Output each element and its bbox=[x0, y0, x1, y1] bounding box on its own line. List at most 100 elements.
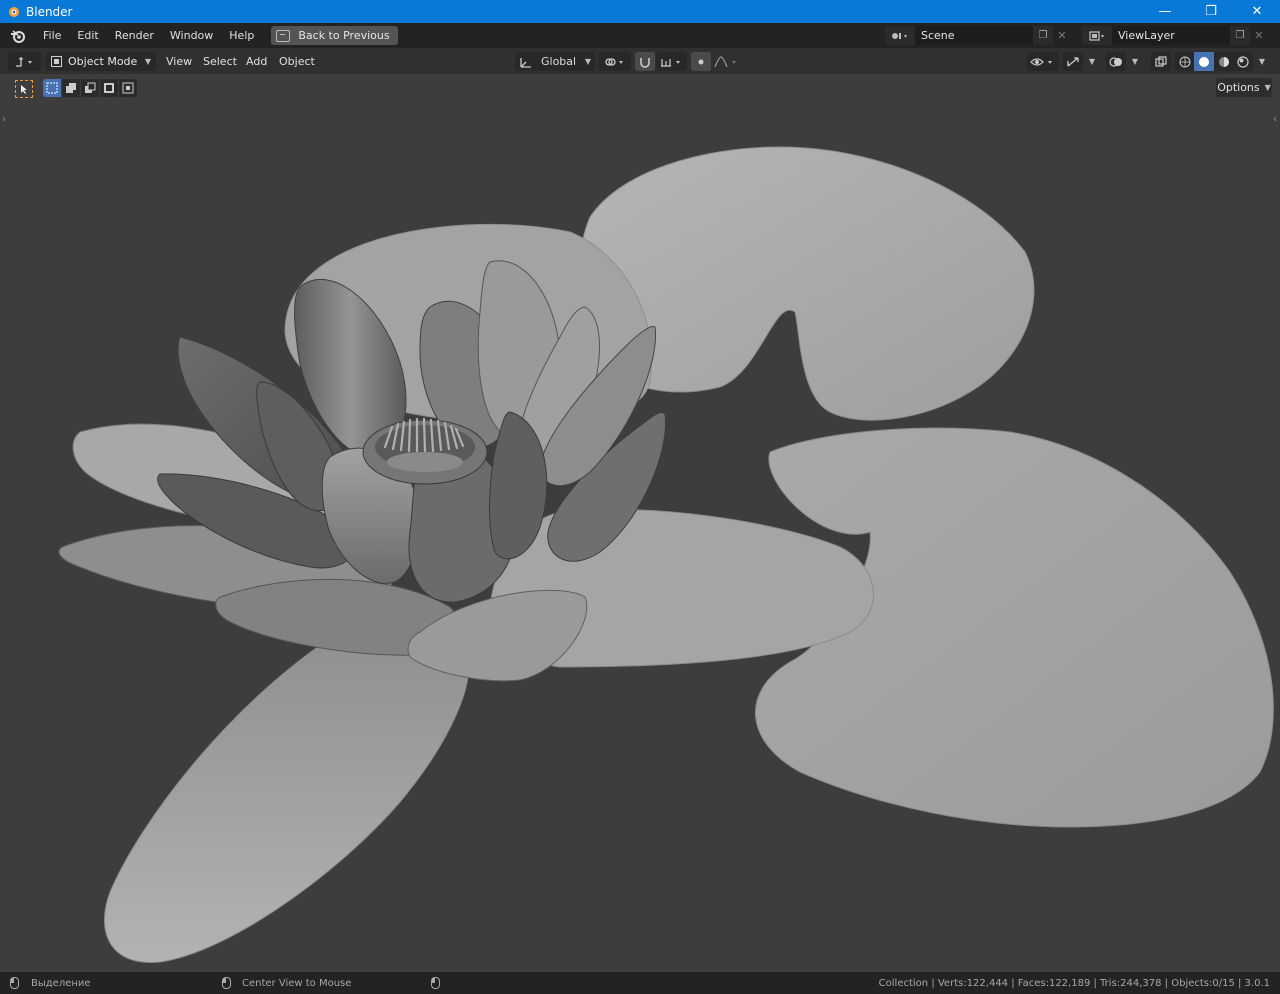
viewlayer-icon bbox=[1089, 30, 1104, 41]
chevron-down-icon: ▼ bbox=[1258, 57, 1266, 66]
xray-toggle[interactable] bbox=[1151, 52, 1171, 71]
stamen-base bbox=[387, 452, 463, 472]
wireframe-shading-button[interactable] bbox=[1175, 52, 1194, 71]
menu-edit[interactable]: Edit bbox=[69, 23, 106, 48]
falloff-dropdown[interactable] bbox=[712, 52, 742, 71]
select-intersect-mode-button[interactable] bbox=[119, 79, 137, 97]
pivot-icon bbox=[605, 57, 623, 66]
menu-render[interactable]: Render bbox=[107, 23, 162, 48]
menu-window[interactable]: Window bbox=[162, 23, 221, 48]
select-invert-icon bbox=[104, 83, 114, 93]
proportional-editing-toggle[interactable] bbox=[691, 52, 711, 71]
snap-increment-icon bbox=[660, 58, 680, 67]
status-middle-action: Center View to Mouse bbox=[242, 977, 352, 989]
magnet-icon bbox=[640, 57, 650, 68]
close-button[interactable]: ✕ bbox=[1234, 0, 1280, 23]
rendered-shading-button[interactable] bbox=[1233, 52, 1253, 71]
gizmo-icon bbox=[1067, 56, 1079, 67]
menu-view[interactable]: View bbox=[166, 52, 192, 71]
overlays-dropdown[interactable]: ▼ bbox=[1127, 52, 1143, 71]
menu-object[interactable]: Object bbox=[279, 52, 315, 71]
viewlayer-browse-button[interactable] bbox=[1082, 26, 1112, 45]
top-menubar: File Edit Render Window Help Back to Pre… bbox=[0, 23, 1280, 48]
menu-file[interactable]: File bbox=[35, 23, 69, 48]
back-to-previous-button[interactable]: Back to Previous bbox=[271, 26, 398, 45]
transform-orientation-dropdown[interactable]: Global ▼ bbox=[515, 52, 595, 71]
shading-dropdown[interactable]: ▼ bbox=[1254, 52, 1270, 71]
tool-settings-row: Options ▼ bbox=[0, 74, 1280, 102]
options-dropdown[interactable]: Options ▼ bbox=[1216, 78, 1272, 97]
right-sidebar-toggle-icon[interactable]: ‹ bbox=[1273, 114, 1277, 125]
overlays-icon bbox=[1109, 56, 1122, 67]
falloff-icon bbox=[714, 55, 736, 67]
material-icon bbox=[1218, 56, 1229, 67]
chevron-down-icon: ▼ bbox=[1264, 83, 1271, 92]
window-titlebar: Blender — ❐ ✕ bbox=[0, 0, 1280, 23]
select-extend-icon bbox=[66, 83, 76, 93]
object-mode-dropdown[interactable]: Object Mode ▼ bbox=[46, 52, 156, 71]
pivot-point-dropdown[interactable] bbox=[599, 52, 631, 71]
xray-icon bbox=[1155, 55, 1167, 67]
chevron-down-icon: ▼ bbox=[144, 57, 151, 66]
viewlayer-selector: ViewLayer ❐ ✕ bbox=[1082, 26, 1268, 45]
scene-selector: Scene ❐ ✕ bbox=[885, 26, 1071, 45]
delete-scene-button[interactable]: ✕ bbox=[1053, 26, 1071, 45]
object-mode-label: Object Mode bbox=[68, 55, 138, 68]
viewport-header: Object Mode ▼ View Select Add Object Glo… bbox=[0, 48, 1280, 74]
snap-target-dropdown[interactable] bbox=[656, 52, 687, 71]
orientation-icon bbox=[520, 57, 531, 68]
status-left-action: Выделение bbox=[31, 977, 91, 989]
wireframe-icon bbox=[1179, 56, 1190, 67]
scene-browse-button[interactable] bbox=[885, 26, 915, 45]
select-new-icon bbox=[46, 82, 58, 94]
scene-icon bbox=[892, 32, 907, 39]
solid-shading-button[interactable] bbox=[1194, 52, 1214, 71]
chevron-down-icon: ▼ bbox=[1131, 57, 1139, 66]
menu-help[interactable]: Help bbox=[221, 23, 262, 48]
visibility-dropdown[interactable] bbox=[1027, 52, 1059, 71]
select-extend-mode-button[interactable] bbox=[62, 79, 80, 97]
blender-app-icon bbox=[6, 5, 20, 19]
select-new-mode-button[interactable] bbox=[43, 79, 61, 97]
editor-type-icon bbox=[15, 56, 32, 67]
select-invert-mode-button[interactable] bbox=[100, 79, 118, 97]
chevron-down-icon: ▼ bbox=[584, 57, 591, 66]
menu-add[interactable]: Add bbox=[246, 52, 267, 71]
copy-icon: ❐ bbox=[1038, 30, 1048, 41]
select-tool-icon[interactable] bbox=[15, 80, 33, 98]
3d-viewport[interactable] bbox=[0, 102, 1280, 972]
back-to-previous-label: Back to Previous bbox=[298, 29, 390, 42]
blender-logo-icon[interactable] bbox=[9, 27, 27, 45]
close-icon: ✕ bbox=[1254, 29, 1264, 42]
mouse-right-icon bbox=[431, 977, 440, 989]
gizmo-toggle[interactable] bbox=[1063, 52, 1083, 71]
editor-type-button[interactable] bbox=[8, 52, 41, 71]
left-toolbar-toggle-icon[interactable]: › bbox=[2, 114, 6, 125]
select-subtract-mode-button[interactable] bbox=[81, 79, 99, 97]
gizmo-dropdown[interactable]: ▼ bbox=[1084, 52, 1100, 71]
scene-statistics: Collection | Verts:122,444 | Faces:122,1… bbox=[878, 977, 1270, 989]
select-subtract-icon bbox=[85, 82, 96, 93]
delete-viewlayer-button[interactable]: ✕ bbox=[1250, 26, 1268, 45]
copy-icon: ❐ bbox=[1235, 30, 1245, 41]
snap-toggle[interactable] bbox=[635, 52, 655, 71]
back-icon bbox=[276, 29, 291, 42]
eye-icon bbox=[1030, 57, 1052, 66]
menu-select[interactable]: Select bbox=[203, 52, 237, 71]
new-viewlayer-button[interactable]: ❐ bbox=[1230, 26, 1250, 45]
transform-orientation-label: Global bbox=[541, 55, 577, 68]
overlays-toggle[interactable] bbox=[1106, 52, 1126, 71]
material-preview-button[interactable] bbox=[1214, 52, 1233, 71]
rendered-icon bbox=[1237, 55, 1249, 68]
scene-name-field[interactable]: Scene bbox=[915, 26, 1033, 45]
shading-mode-group bbox=[1175, 52, 1253, 71]
options-label: Options bbox=[1217, 81, 1260, 94]
water-lily-model bbox=[58, 146, 1274, 963]
new-scene-button[interactable]: ❐ bbox=[1033, 26, 1053, 45]
maximize-button[interactable]: ❐ bbox=[1188, 0, 1234, 23]
viewlayer-name-field[interactable]: ViewLayer bbox=[1112, 26, 1230, 45]
proportional-icon bbox=[698, 59, 704, 64]
mouse-left-icon bbox=[10, 977, 19, 989]
minimize-button[interactable]: — bbox=[1142, 0, 1188, 23]
object-mode-icon bbox=[51, 56, 62, 67]
